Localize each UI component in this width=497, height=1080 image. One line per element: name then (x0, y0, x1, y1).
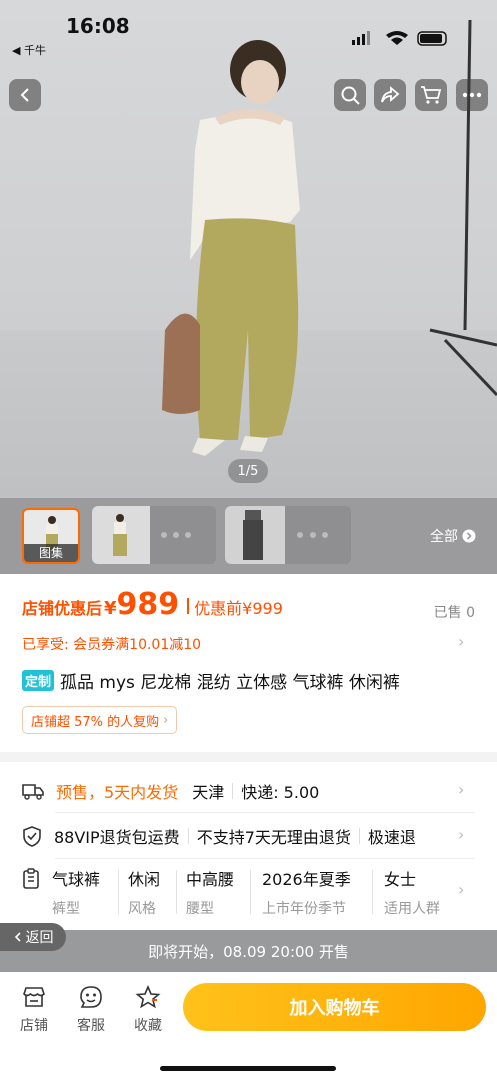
shop-label: 店铺 (20, 1018, 48, 1034)
back-button[interactable] (9, 79, 41, 111)
attribute-value: 休闲 (128, 870, 161, 889)
coupon-info[interactable]: 已享受: 会员券满10.01减10 (22, 634, 201, 654)
attribute-item: 女士 适用人群 (384, 866, 440, 918)
attribute-value: 中高腰 (186, 870, 235, 889)
thumbnail-variant-1[interactable] (92, 506, 216, 564)
chevron-right-icon: › (458, 880, 465, 899)
status-bar: 16:08 ◀ 千牛 (0, 0, 497, 60)
row-divider (358, 828, 360, 844)
attribute-key: 腰型 (186, 901, 214, 917)
add-to-cart-button[interactable]: 加入购物车 (183, 983, 486, 1031)
more-dots-icon (462, 92, 482, 98)
favorite-button[interactable]: 收藏 (126, 984, 170, 1035)
more-button[interactable] (456, 79, 488, 111)
chevron-left-icon (20, 88, 29, 102)
section-divider (0, 752, 497, 762)
product-main-image[interactable]: 16:08 ◀ 千牛 1/5 (0, 0, 497, 498)
row-separator (55, 858, 475, 859)
repurchase-badge[interactable]: 店铺超 57% 的人复购 › (22, 706, 178, 734)
image-counter: 1/5 (228, 459, 268, 483)
wifi-icon (386, 31, 408, 45)
chat-face-icon (80, 986, 102, 1008)
shipping-row[interactable]: 预售，5天内发货 天津 快递: 5.00 (22, 779, 319, 803)
price-label: 店铺优惠后 (22, 599, 103, 618)
star-icon (135, 984, 161, 1009)
attribute-key: 适用人群 (384, 901, 440, 917)
status-time: 16:08 (66, 14, 130, 38)
return-button[interactable]: 返回 (0, 923, 66, 951)
return-label: 返回 (25, 930, 54, 946)
attributes-row[interactable]: 气球裤 裤型 休闲 风格 中高腰 腰型 2026年夏季 上市年份季节 女士 适用… (22, 866, 492, 926)
presale-countdown-bar: 即将开始，08.09 20:00 开售 (0, 930, 497, 972)
presale-text: 即将开始，08.09 20:00 开售 (148, 942, 349, 961)
attribute-item: 2026年夏季 上市年份季节 (262, 866, 351, 918)
shipping-fee: 快递: 5.00 (241, 783, 320, 802)
back-to-app-link[interactable]: ◀ 千牛 (12, 42, 46, 58)
share-icon (381, 86, 400, 103)
customer-service-label: 客服 (77, 1018, 105, 1034)
price-value: 989 (116, 587, 180, 622)
attribute-divider (250, 870, 251, 914)
chevron-right-icon: › (163, 712, 169, 728)
row-divider (232, 783, 234, 799)
favorite-label: 收藏 (134, 1018, 162, 1034)
delivery-truck-icon (22, 784, 44, 800)
attribute-divider (118, 870, 119, 914)
row-separator (55, 812, 475, 813)
chevron-left-icon (14, 932, 21, 942)
shield-check-icon (23, 826, 41, 847)
attribute-key: 上市年份季节 (262, 901, 346, 917)
chevron-right-icon[interactable]: › (458, 780, 464, 799)
model-photo (162, 19, 497, 456)
search-icon (341, 86, 360, 105)
attribute-item: 中高腰 腰型 (186, 866, 234, 918)
attribute-divider (176, 870, 177, 914)
chevron-right-icon[interactable]: › (458, 825, 464, 844)
home-indicator (160, 1066, 336, 1071)
shop-button[interactable]: 店铺 (12, 985, 56, 1035)
view-all-label: 全部 (430, 529, 458, 545)
price-row: 店铺优惠后 ¥ 989 优惠前¥999 (22, 590, 283, 620)
attribute-value: 气球裤 (52, 870, 101, 889)
ship-from-city: 天津 (192, 783, 225, 802)
original-price: 优惠前¥999 (194, 599, 283, 618)
product-title: 定制 孤品 mys 尼龙棉 混纺 立体感 气球裤 休闲裤 (22, 668, 400, 693)
repurchase-text: 店铺超 57% 的人复购 (31, 714, 160, 730)
product-title-text: 孤品 mys 尼龙棉 混纺 立体感 气球裤 休闲裤 (60, 673, 400, 693)
attribute-item: 气球裤 裤型 (52, 866, 100, 918)
view-all-images-button[interactable]: 全部 (430, 526, 476, 546)
store-icon (23, 987, 45, 1007)
service-item-3: 极速退 (367, 828, 416, 847)
customer-service-button[interactable]: 客服 (69, 985, 113, 1035)
attribute-value: 女士 (384, 870, 417, 889)
share-button[interactable] (374, 79, 406, 111)
status-icons (352, 31, 447, 46)
attribute-item: 休闲 风格 (128, 866, 160, 918)
attribute-key: 风格 (128, 901, 156, 917)
signal-icon (352, 40, 355, 45)
presale-shipping: 预售，5天内发货 (56, 783, 179, 802)
price-currency: ¥ (104, 598, 117, 619)
thumbnail-variant-2[interactable] (225, 506, 351, 564)
shopping-cart-icon (421, 86, 442, 104)
attribute-value: 2026年夏季 (262, 870, 351, 889)
thumbnail-gallery[interactable]: 图集 (22, 508, 80, 564)
thumbnail-image (92, 506, 191, 564)
search-button[interactable] (334, 79, 366, 111)
chevron-right-icon[interactable]: › (458, 632, 464, 651)
chevron-right-circle-icon (462, 529, 476, 543)
row-divider (187, 828, 189, 844)
cart-button[interactable] (415, 79, 447, 111)
sold-count: 已售 0 (433, 605, 475, 621)
service-row[interactable]: 88VIP退货包运费 不支持7天无理由退货 极速退 (22, 824, 474, 848)
price-divider (187, 598, 190, 614)
custom-tag: 定制 (22, 670, 55, 691)
service-item-2: 不支持7天无理由退货 (196, 828, 351, 847)
service-item-1: 88VIP退货包运费 (54, 828, 180, 847)
attribute-divider (372, 870, 373, 914)
attribute-key: 裤型 (52, 901, 80, 917)
thumbnail-gallery-label: 图集 (24, 544, 78, 562)
clipboard-icon (23, 868, 39, 889)
thumbnail-image (225, 506, 328, 564)
